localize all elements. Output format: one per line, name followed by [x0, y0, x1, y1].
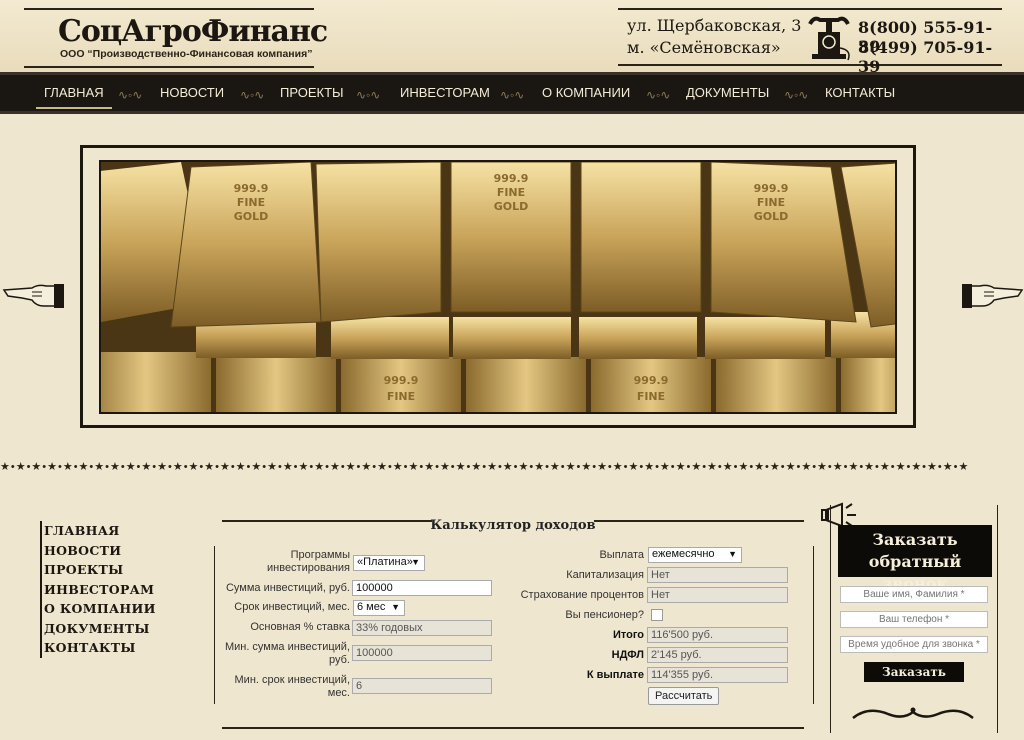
program-select-value: «Платина»: [357, 556, 413, 568]
chevron-down-icon: ▼: [411, 557, 420, 567]
program-select[interactable]: «Платина» ▼: [353, 555, 425, 571]
call-time-input[interactable]: [840, 636, 988, 653]
nav-item-investors[interactable]: ИНВЕСТОРАМ: [400, 85, 490, 100]
nav-ornament: ∿◦∿: [784, 88, 809, 102]
bar-engraving-gold: GOLD: [234, 210, 269, 223]
term-label: Срок инвестиций, мес.: [234, 601, 350, 613]
bar-engraving-gold: GOLD: [754, 210, 789, 223]
pensioner-label: Вы пенсионер?: [565, 609, 644, 621]
pensioner-checkbox[interactable]: [651, 609, 663, 621]
sidebar-item-projects[interactable]: ПРОЕКТЫ: [44, 560, 156, 580]
nav-ornament: ∿◦∿: [646, 88, 671, 102]
sidebar-menu: ГЛАВНАЯ НОВОСТИ ПРОЕКТЫ ИНВЕСТОРАМ О КОМ…: [40, 521, 156, 658]
sum-label: Сумма инвестиций, руб.: [225, 582, 350, 594]
total-label: Итого: [612, 629, 644, 641]
bar-engraving-fine: FINE: [757, 196, 785, 209]
logo-subtitle: ООО “Производственно-Финансовая компания…: [60, 48, 313, 60]
callback-title: Заказать обратный звонок: [838, 525, 992, 593]
gold-bars-image: 999.9 FINE GOLD 999.9 FINE GOLD 999.9 FI…: [101, 162, 895, 412]
site-header: СоцАгроФинанс ООО “Производственно-Финан…: [0, 0, 1024, 76]
pointing-hand-left-icon[interactable]: [2, 276, 66, 312]
nav-ornament: ∿◦∿: [500, 88, 525, 102]
telephone-icon: [808, 16, 850, 61]
sidebar-item-investors[interactable]: ИНВЕСТОРАМ: [44, 580, 156, 600]
min-sum-label: Мин. сумма инвестиций, руб.: [224, 641, 350, 666]
calculator-title: Калькулятор доходов: [222, 518, 804, 533]
nav-item-projects[interactable]: ПРОЕКТЫ: [280, 85, 344, 100]
nav-item-about[interactable]: О КОМПАНИИ: [542, 85, 630, 100]
payout-select[interactable]: ежемесячно ▼: [648, 547, 742, 563]
sum-input[interactable]: [352, 580, 492, 596]
program-label: Программы инвестирования: [267, 549, 350, 574]
payable-label: К выплате: [586, 669, 644, 681]
sidebar-item-contacts[interactable]: КОНТАКТЫ: [44, 638, 156, 658]
logo-title[interactable]: СоцАгроФинанс: [58, 14, 328, 49]
slider-image-gold-bars: 999.9 FINE GOLD 999.9 FINE GOLD 999.9 FI…: [99, 160, 897, 414]
phone-2[interactable]: 8(499) 705-91-39: [858, 38, 1002, 76]
stars-divider: ★•★•★•★•★•★•★•★•★•★•★•★•★•★•★•★•★•★•★•★•…: [0, 461, 970, 473]
calculator-title-text: Калькулятор доходов: [430, 518, 596, 533]
payout-label: Выплата: [599, 549, 644, 561]
payable-field: [647, 667, 788, 683]
image-slider: 999.9 FINE GOLD 999.9 FINE GOLD 999.9 FI…: [80, 145, 916, 428]
ndfl-field: [647, 647, 788, 663]
address-metro: м. «Семёновская»: [627, 38, 781, 57]
nav-ornament: ∿◦∿: [118, 88, 143, 102]
order-callback-button[interactable]: Заказать: [864, 662, 964, 682]
bar-engraving-purity: 999.9: [384, 374, 419, 387]
min-sum-field: [352, 645, 492, 661]
bar-engraving-purity: 999.9: [234, 182, 269, 195]
name-input[interactable]: [840, 586, 988, 603]
sidebar-item-about[interactable]: О КОМПАНИИ: [44, 599, 156, 619]
ornament-flourish: [852, 707, 974, 719]
nav-ornament: ∿◦∿: [356, 88, 381, 102]
sidebar-item-news[interactable]: НОВОСТИ: [44, 541, 156, 561]
pointing-hand-right-icon[interactable]: [960, 276, 1024, 312]
bar-engraving-gold: GOLD: [494, 200, 529, 213]
phone-input[interactable]: [840, 611, 988, 628]
nav-item-home[interactable]: ГЛАВНАЯ: [36, 85, 112, 109]
bar-engraving-fine: FINE: [237, 196, 265, 209]
insurance-label: Страхование процентов: [520, 589, 644, 601]
ndfl-label: НДФЛ: [611, 649, 644, 661]
bar-engraving-purity: 999.9: [634, 374, 669, 387]
bar-engraving-fine: FINE: [497, 186, 525, 199]
payout-select-value: ежемесячно: [652, 548, 715, 560]
term-select-value: 6 мес: [357, 601, 386, 613]
rate-field: [352, 620, 492, 636]
capitalization-field: [647, 567, 788, 583]
nav-item-contacts[interactable]: КОНТАКТЫ: [825, 85, 895, 100]
bar-engraving-purity: 999.9: [754, 182, 789, 195]
rate-label: Основная % ставка: [250, 621, 350, 633]
bar-engraving-purity: 999.9: [494, 172, 529, 185]
nav-ornament: ∿◦∿: [240, 88, 265, 102]
callback-title-line1: Заказать: [872, 530, 958, 549]
min-term-label: Мин. срок инвестиций, мес.: [234, 674, 350, 699]
chevron-down-icon: ▼: [391, 602, 400, 612]
capitalization-label: Капитализация: [566, 569, 644, 581]
sidebar-item-home[interactable]: ГЛАВНАЯ: [44, 521, 156, 541]
bar-engraving-fine: FINE: [637, 390, 665, 403]
nav-item-news[interactable]: НОВОСТИ: [160, 85, 224, 100]
logo[interactable]: СоцАгроФинанс ООО “Производственно-Финан…: [24, 8, 328, 68]
calculate-button[interactable]: Рассчитать: [648, 687, 720, 705]
insurance-field: [647, 587, 788, 603]
total-field: [647, 627, 788, 643]
main-nav: ГЛАВНАЯ ∿◦∿ НОВОСТИ ∿◦∿ ПРОЕКТЫ ∿◦∿ ИНВЕ…: [0, 72, 1024, 114]
min-term-field: [352, 678, 492, 694]
chevron-down-icon: ▼: [728, 549, 737, 559]
nav-item-documents[interactable]: ДОКУМЕНТЫ: [686, 85, 769, 100]
calculator-bottom-rule: [222, 727, 804, 729]
bar-engraving-fine: FINE: [387, 390, 415, 403]
contact-block: ул. Щербаковская, 3 м. «Семёновская» 8(8…: [618, 8, 1002, 76]
address-street: ул. Щербаковская, 3: [627, 16, 802, 35]
sidebar-item-documents[interactable]: ДОКУМЕНТЫ: [44, 619, 156, 639]
term-select[interactable]: 6 мес ▼: [353, 600, 405, 616]
